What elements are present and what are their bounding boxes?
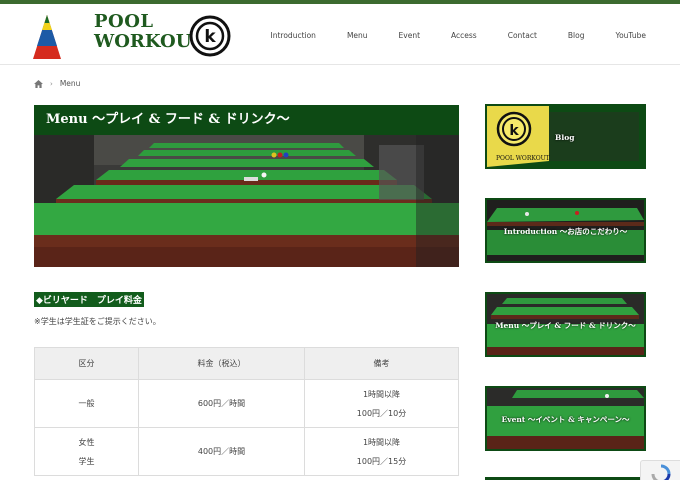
price-cell: 400円／時間 (138, 427, 305, 476)
column-header-category: 区分 (34, 347, 139, 380)
category-text: 一般 (78, 399, 95, 408)
page-title: Menu 〜プレイ & フード & ドリンク〜 (34, 105, 459, 135)
chevron-right-icon: › (50, 79, 53, 88)
site-header: POOL WORKOUT k Introduction Menu Event A… (0, 4, 680, 64)
banner-introduction[interactable]: Introduction 〜お店のこだわり〜 (485, 198, 646, 263)
note-line: 1時間以降 (362, 389, 401, 399)
breadcrumb-current: Menu (59, 79, 81, 88)
banner-event-label: Event 〜イベント & キャンペーン〜 (501, 415, 630, 424)
recaptcha-icon (651, 464, 671, 480)
banner-blog[interactable]: k POOL WORKOUT Blog (485, 104, 646, 169)
home-icon[interactable] (34, 79, 43, 88)
note-cell: 1時間以降 100円／15分 (304, 427, 459, 476)
blog-banner-badge-letter: k (509, 123, 519, 139)
blog-banner-logo-text: POOL WORKOUT (496, 155, 550, 162)
k-badge-letter: k (204, 27, 216, 47)
price-table: 区分 料金（税込） 備考 一般 600円／時間 1時間以降 100円／10分 女… (34, 347, 459, 476)
nav-youtube[interactable]: YouTube (616, 31, 647, 40)
price-cell: 600円／時間 (138, 379, 305, 428)
category-cell: 女性 学生 (34, 427, 139, 476)
nav-menu[interactable]: Menu (347, 31, 368, 40)
hero-image (34, 135, 459, 267)
nav-blog[interactable]: Blog (568, 31, 585, 40)
note-line: 100円／10分 (356, 408, 407, 418)
banner-introduction-label: Introduction 〜お店のこだわり〜 (503, 227, 628, 236)
note-line: 1時間以降 (362, 437, 401, 447)
category-cell: 一般 (34, 379, 139, 428)
breadcrumb: › Menu (34, 79, 80, 88)
table-header-row: 区分 料金（税込） 備考 (34, 347, 459, 380)
category-text: 女性 (78, 437, 95, 447)
note-line: 100円／15分 (356, 456, 407, 466)
nav-introduction[interactable]: Introduction (271, 31, 316, 40)
banner-blog-label: Blog (555, 133, 575, 142)
nav-event[interactable]: Event (399, 31, 421, 40)
category-text: 学生 (78, 456, 95, 466)
banner-menu[interactable]: Menu 〜プレイ & フード & ドリンク〜 (485, 292, 646, 357)
table-row: 女性 学生 400円／時間 1時間以降 100円／15分 (34, 427, 459, 476)
student-id-note: ※学生は学生証をご提示ください。 (34, 317, 161, 326)
column-header-note: 備考 (304, 347, 459, 380)
banner-event[interactable]: Event 〜イベント & キャンペーン〜 (485, 386, 646, 451)
main-nav: Introduction Menu Event Access Contact B… (240, 31, 646, 40)
k-badge-icon: k (189, 15, 231, 57)
recaptcha-badge[interactable] (640, 460, 680, 480)
breadcrumb-bar: › Menu (0, 64, 680, 102)
column-header-price: 料金（税込） (138, 347, 305, 380)
section-title: ◆ビリヤード プレイ料金 (34, 292, 144, 307)
table-row: 一般 600円／時間 1時間以降 100円／10分 (34, 379, 459, 428)
triangle-logo-icon (33, 15, 61, 59)
banner-menu-label: Menu 〜プレイ & フード & ドリンク〜 (495, 321, 636, 330)
billiard-tables-photo (34, 135, 459, 267)
nav-access[interactable]: Access (451, 31, 477, 40)
nav-contact[interactable]: Contact (508, 31, 537, 40)
site-logo[interactable]: POOL WORKOUT k (33, 13, 233, 61)
note-cell: 1時間以降 100円／10分 (304, 379, 459, 428)
